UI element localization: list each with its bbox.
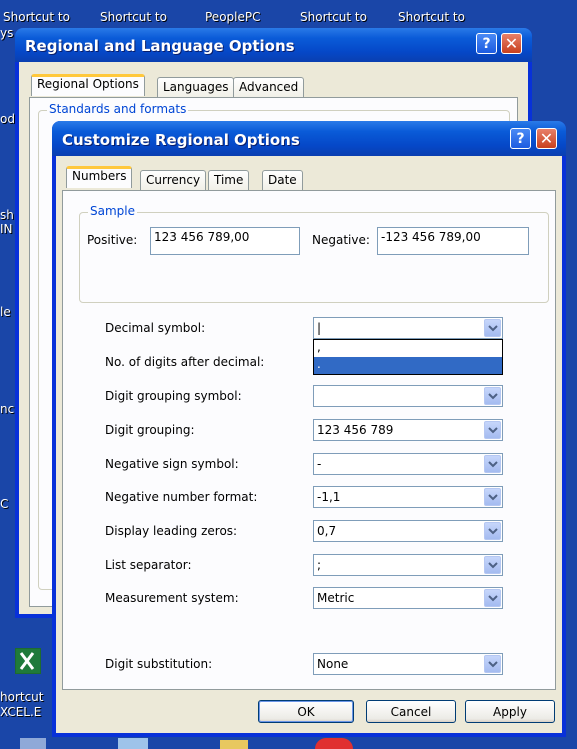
tab-date[interactable]: Date (262, 170, 303, 191)
dropdown-option[interactable]: , (314, 340, 502, 357)
decimal-symbol-label: Decimal symbol: (105, 321, 206, 335)
positive-sample-field: 123 456 789,00 (150, 227, 300, 255)
desktop-shortcut-label[interactable]: PeoplePC (205, 10, 260, 24)
digits-after-decimal-label: No. of digits after decimal: (105, 355, 265, 369)
chevron-down-icon[interactable] (484, 319, 501, 337)
excel-icon[interactable] (15, 648, 41, 674)
desktop-label-fragment[interactable]: hortcut (0, 690, 44, 704)
tab-currency[interactable]: Currency (140, 170, 207, 191)
desktop-label-fragment: IN (0, 222, 13, 236)
display-leading-zeros-combo[interactable]: 0,7 (313, 520, 503, 542)
close-button[interactable]: ✕ (536, 128, 557, 149)
dropdown-option-selected[interactable]: . (314, 357, 502, 374)
combo-value: 0,7 (317, 524, 337, 538)
digit-substitution-label: Digit substitution: (105, 657, 213, 671)
display-leading-zeros-label: Display leading zeros: (105, 524, 238, 538)
decimal-symbol-dropdown-list[interactable]: , . (313, 339, 503, 375)
decimal-symbol-combo[interactable]: | (313, 317, 503, 339)
group-label: Sample (88, 204, 137, 218)
desktop-label-fragment: C (0, 497, 9, 511)
question-mark-icon: ? (516, 130, 525, 147)
group-label: Standards and formats (47, 102, 189, 116)
desktop-shortcut-label[interactable]: Shortcut to (100, 10, 167, 24)
desktop-shortcut-label[interactable]: Shortcut to (3, 10, 70, 24)
desktop-icon[interactable] (315, 738, 353, 749)
desktop-label-fragment: ys (0, 26, 14, 40)
negative-number-format-label: Negative number format: (105, 490, 258, 504)
negative-sign-symbol-combo[interactable]: - (313, 453, 503, 475)
combo-value: ; (317, 558, 322, 572)
combo-value: Metric (317, 591, 355, 605)
chevron-down-icon[interactable] (484, 522, 501, 540)
tab-numbers[interactable]: Numbers (66, 166, 133, 188)
desktop-shortcut-label[interactable]: Shortcut to (300, 10, 367, 24)
combo-value: 123 456 789 (317, 423, 394, 437)
list-separator-combo[interactable]: ; (313, 554, 503, 576)
cancel-button[interactable]: Cancel (366, 700, 456, 723)
apply-button[interactable]: Apply (465, 700, 555, 723)
positive-label: Positive: (87, 233, 138, 247)
desktop-icon[interactable] (20, 738, 46, 749)
desktop-icon[interactable] (220, 740, 248, 749)
combo-value: | (317, 321, 322, 335)
chevron-down-icon[interactable] (484, 488, 501, 506)
help-button[interactable]: ? (510, 128, 531, 149)
help-button[interactable]: ? (476, 33, 497, 54)
chevron-down-icon[interactable] (484, 421, 501, 439)
digit-substitution-combo[interactable]: None (313, 653, 503, 675)
negative-number-format-combo[interactable]: -1,1 (313, 486, 503, 508)
measurement-system-label: Measurement system: (105, 591, 239, 605)
question-mark-icon: ? (482, 35, 491, 52)
chevron-down-icon[interactable] (484, 556, 501, 574)
desktop-label-fragment[interactable]: XCEL.E (0, 705, 41, 719)
negative-sign-symbol-label: Negative sign symbol: (105, 457, 239, 471)
chevron-down-icon[interactable] (484, 655, 501, 673)
digit-grouping-combo[interactable]: 123 456 789 (313, 419, 503, 441)
tab-regional-options[interactable]: Regional Options (31, 74, 145, 96)
combo-value: - (317, 457, 322, 471)
desktop-shortcut-label[interactable]: Shortcut to (398, 10, 465, 24)
numbers-tab-panel: Sample Positive: 123 456 789,00 Negative… (62, 190, 556, 690)
ok-button[interactable]: OK (258, 700, 354, 723)
desktop-label-fragment: nc (0, 402, 15, 416)
desktop-label-fragment: od (0, 112, 15, 126)
digit-grouping-symbol-combo[interactable] (313, 385, 503, 407)
title-bar[interactable]: Regional and Language Options ? ✕ (15, 28, 532, 62)
digit-grouping-symbol-label: Digit grouping symbol: (105, 389, 242, 403)
desktop-icon[interactable] (118, 738, 148, 749)
tab-languages[interactable]: Languages (157, 77, 235, 98)
title-bar[interactable]: Customize Regional Options ? ✕ (52, 121, 566, 156)
chevron-down-icon[interactable] (484, 455, 501, 473)
desktop-label-fragment: sh (0, 208, 14, 222)
negative-label: Negative: (312, 233, 370, 247)
chevron-down-icon[interactable] (484, 589, 501, 607)
dialog-title: Customize Regional Options (62, 131, 300, 149)
customize-regional-options-dialog: Customize Regional Options ? ✕ Numbers C… (52, 121, 566, 737)
tab-advanced[interactable]: Advanced (233, 77, 305, 98)
chevron-down-icon[interactable] (484, 387, 501, 405)
desktop-label-fragment: le (0, 305, 11, 319)
window-title: Regional and Language Options (25, 37, 295, 55)
close-button[interactable]: ✕ (501, 33, 522, 54)
digit-grouping-label: Digit grouping: (105, 423, 195, 437)
list-separator-label: List separator: (105, 558, 192, 572)
close-icon: ✕ (539, 129, 554, 148)
tab-time[interactable]: Time (208, 170, 250, 191)
sample-group: Sample Positive: 123 456 789,00 Negative… (79, 204, 549, 303)
combo-value: None (317, 657, 349, 671)
combo-value: -1,1 (317, 490, 341, 504)
negative-sample-field: -123 456 789,00 (377, 227, 529, 255)
close-icon: ✕ (504, 34, 519, 53)
measurement-system-combo[interactable]: Metric (313, 587, 503, 609)
